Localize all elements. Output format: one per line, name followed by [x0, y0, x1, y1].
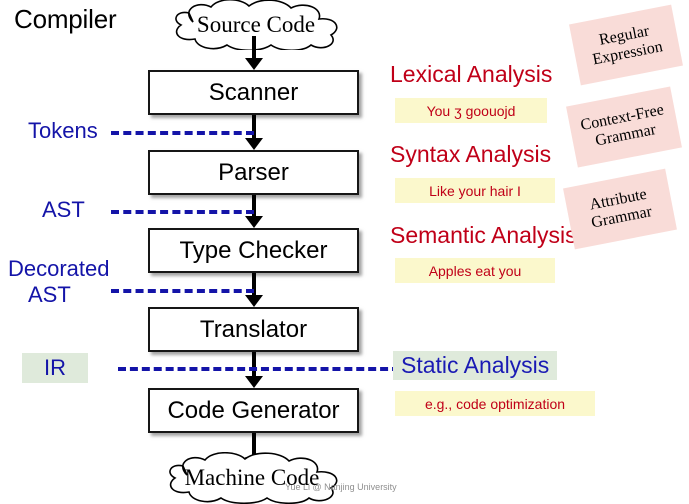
- cloud-machine-code-label: Machine Code: [184, 465, 320, 490]
- cloud-machine-code: Machine Code: [155, 452, 349, 504]
- stage-label-code-generator: Code Generator: [167, 396, 340, 424]
- note-static-example-text: e.g., code optimization: [424, 395, 566, 412]
- note-lexical-example: You ʒ goouojd: [395, 98, 547, 123]
- left-label-ir: IR: [22, 353, 88, 383]
- stage-label-type-checker: Type Checker: [179, 236, 328, 264]
- analysis-label-lexical: Lexical Analysis: [390, 61, 553, 87]
- note-semantic-example-text: Apples eat you: [428, 262, 522, 279]
- stage-label-translator: Translator: [199, 315, 308, 343]
- dashed-line-tokens: [111, 131, 254, 135]
- left-label-ast: AST: [42, 197, 85, 222]
- left-label-decorated: Decorated: [8, 256, 110, 281]
- dashed-line-ir: [118, 367, 400, 371]
- stage-box-parser[interactable]: Parser: [148, 150, 359, 195]
- analysis-label-static: Static Analysis: [393, 351, 558, 380]
- stage-box-translator[interactable]: Translator: [148, 307, 359, 352]
- tag-attribute-grammar: Attribute Grammar: [563, 168, 677, 250]
- left-label-tokens: Tokens: [28, 118, 98, 143]
- analysis-label-syntax: Syntax Analysis: [390, 141, 552, 167]
- compiler-pipeline-diagram: Compiler Source Code Scanner Parser Type…: [0, 0, 689, 504]
- stage-box-code-generator[interactable]: Code Generator: [148, 388, 359, 433]
- note-static-example: e.g., code optimization: [395, 391, 595, 416]
- stage-label-parser: Parser: [218, 158, 289, 186]
- cloud-source-code-label: Source Code: [196, 12, 316, 37]
- dashed-line-ast: [111, 210, 254, 214]
- arrow-source-to-scanner: [245, 36, 263, 70]
- stage-label-scanner: Scanner: [208, 78, 299, 106]
- dashed-line-decorated-ast: [111, 289, 254, 293]
- note-syntax-example-text: Like your hair I: [429, 182, 521, 199]
- stage-box-scanner[interactable]: Scanner: [148, 70, 359, 115]
- note-lexical-example-text: You ʒ goouojd: [426, 102, 516, 119]
- analysis-label-semantic: Semantic Analysis: [390, 222, 577, 248]
- note-syntax-example: Like your hair I: [395, 178, 555, 203]
- note-semantic-example: Apples eat you: [395, 258, 555, 283]
- stage-box-type-checker[interactable]: Type Checker: [148, 228, 359, 273]
- tag-context-free-grammar: Context-Free Grammar: [566, 86, 682, 168]
- left-label-decorated-ast: AST: [28, 282, 71, 307]
- page-title: Compiler: [14, 4, 117, 34]
- tag-regular-expression: Regular Expression: [569, 4, 683, 86]
